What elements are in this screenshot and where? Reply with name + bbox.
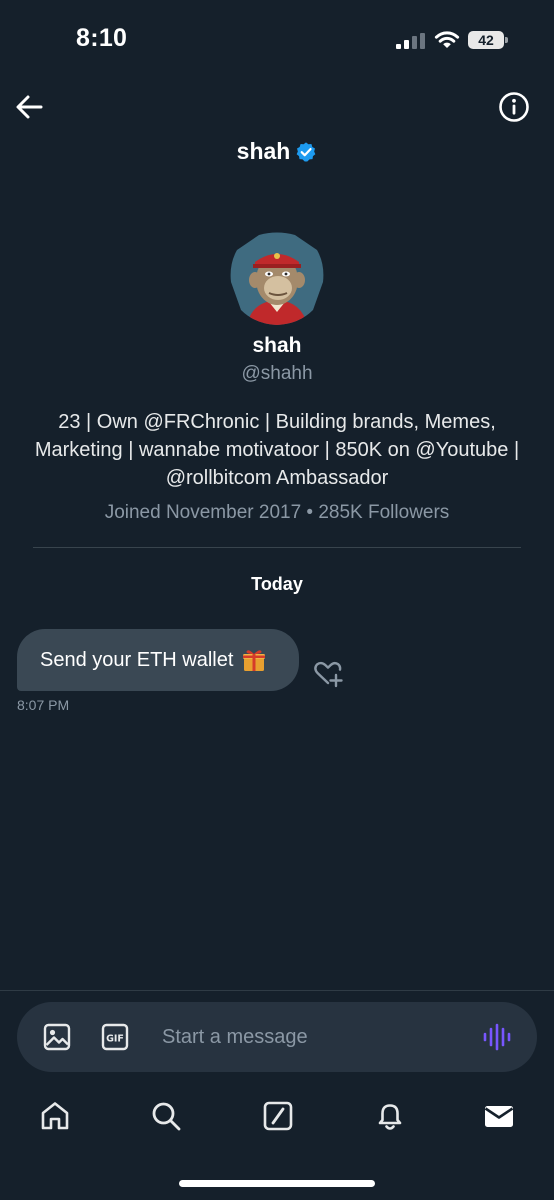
image-icon[interactable] bbox=[42, 1022, 72, 1052]
composer-divider bbox=[0, 990, 554, 991]
message-timestamp: 8:07 PM bbox=[17, 697, 70, 713]
header-title: shah bbox=[236, 138, 291, 164]
search-icon[interactable] bbox=[150, 1100, 182, 1132]
profile-name: shah bbox=[252, 334, 302, 357]
grok-icon[interactable] bbox=[262, 1100, 294, 1132]
message-bubble[interactable]: Send your ETH wallet bbox=[17, 629, 299, 691]
gif-icon[interactable]: GIF bbox=[100, 1022, 130, 1052]
conversation-header[interactable]: shah bbox=[0, 138, 554, 165]
wifi-icon bbox=[434, 31, 460, 48]
message-input[interactable] bbox=[160, 1015, 464, 1059]
gift-icon bbox=[243, 650, 266, 671]
cellular-signal-icon bbox=[396, 33, 425, 49]
profile-divider bbox=[33, 547, 521, 548]
home-indicator[interactable] bbox=[179, 1180, 375, 1187]
message-text: Send your ETH wallet bbox=[40, 648, 234, 671]
status-time: 8:10 bbox=[76, 24, 128, 52]
back-arrow-icon[interactable] bbox=[14, 93, 44, 121]
profile-bio: 23 | Own @FRChronic | Building brands, M… bbox=[34, 411, 520, 489]
battery-indicator: 42 bbox=[468, 31, 504, 49]
home-icon[interactable] bbox=[39, 1100, 71, 1132]
svg-text:GIF: GIF bbox=[106, 1034, 124, 1045]
info-icon[interactable] bbox=[498, 91, 530, 123]
battery-nub bbox=[505, 37, 508, 43]
messages-envelope-icon[interactable] bbox=[483, 1100, 515, 1132]
voice-message-icon[interactable] bbox=[482, 1022, 512, 1052]
profile-meta: Joined November 2017 • 285K Followers bbox=[104, 502, 450, 523]
heart-plus-icon[interactable] bbox=[312, 660, 344, 688]
date-label: Today bbox=[251, 574, 303, 594]
verified-badge-icon bbox=[296, 141, 316, 162]
profile-handle: @shahh bbox=[241, 363, 313, 384]
notifications-bell-icon[interactable] bbox=[374, 1100, 406, 1132]
ape-avatar-icon[interactable] bbox=[229, 232, 325, 326]
